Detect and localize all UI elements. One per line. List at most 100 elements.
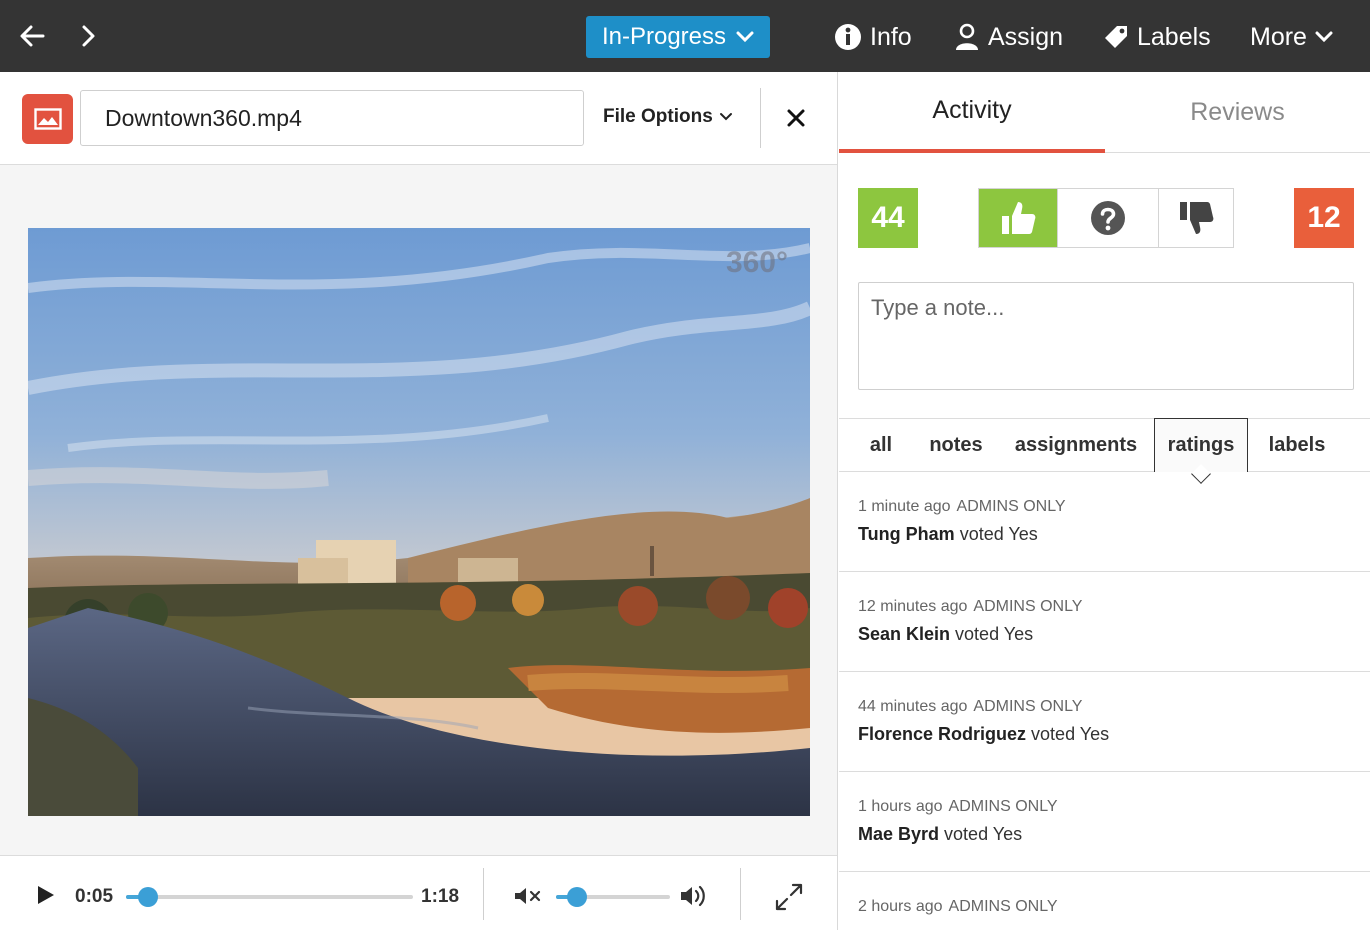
play-button[interactable] xyxy=(32,882,58,908)
activity-meta: 1 hours ago ADMINS ONLY xyxy=(858,798,1058,816)
more-label: More xyxy=(1250,22,1307,51)
volume-up-icon xyxy=(681,885,705,907)
file-options-label: File Options xyxy=(603,106,713,127)
more-menu[interactable]: More xyxy=(1250,18,1333,56)
info-label: Info xyxy=(870,22,912,51)
activity-item: 1 minute ago ADMINS ONLY Tung Pham voted … xyxy=(839,472,1370,572)
chevron-down-icon xyxy=(736,31,754,43)
labels-label: Labels xyxy=(1137,22,1211,51)
question-icon xyxy=(1091,201,1125,235)
activity-list: 1 minute ago ADMINS ONLY Tung Pham voted … xyxy=(839,472,1370,930)
activity-action: voted Yes xyxy=(944,824,1023,844)
media-panel: Downtown360.mp4 File Options 360° 0:05 1… xyxy=(0,72,838,930)
status-dropdown[interactable]: In-Progress xyxy=(586,16,770,58)
file-options-dropdown[interactable]: File Options xyxy=(603,106,733,128)
header-divider xyxy=(760,88,761,148)
activity-time: 2 hours ago xyxy=(858,898,943,915)
activity-meta: 2 hours ago ADMINS ONLY xyxy=(858,898,1058,916)
rating-buttons xyxy=(978,188,1234,248)
negative-vote-count: 12 xyxy=(1294,188,1354,248)
info-button[interactable]: Info xyxy=(834,18,912,56)
filter-assignments[interactable]: assignments xyxy=(1015,419,1137,471)
labels-button[interactable]: Labels xyxy=(1103,18,1211,56)
activity-time: 12 minutes ago xyxy=(858,598,968,615)
activity-item: 12 minutes ago ADMINS ONLY Sean Klein vot… xyxy=(839,572,1370,672)
activity-action: voted Yes xyxy=(955,624,1034,644)
volume-slider[interactable] xyxy=(556,887,670,907)
filter-all[interactable]: all xyxy=(863,419,899,471)
video-scene-image xyxy=(28,228,810,816)
activity-time: 44 minutes ago xyxy=(858,698,968,715)
activity-time: 1 hours ago xyxy=(858,798,943,815)
visibility-badge: ADMINS ONLY xyxy=(973,698,1083,715)
thumbs-down-button[interactable] xyxy=(1158,189,1233,247)
note-input[interactable] xyxy=(858,282,1354,390)
visibility-badge: ADMINS ONLY xyxy=(948,798,1058,815)
play-icon xyxy=(38,886,54,904)
seek-handle[interactable] xyxy=(138,887,159,907)
current-time: 0:05 xyxy=(75,886,114,907)
back-button[interactable] xyxy=(14,18,50,54)
seek-bar[interactable] xyxy=(126,887,413,907)
user-icon xyxy=(956,23,978,50)
tab-reviews[interactable]: Reviews xyxy=(1105,72,1370,153)
activity-item: 1 hours ago ADMINS ONLY Mae Byrd voted Ye… xyxy=(839,772,1370,872)
close-button[interactable] xyxy=(780,102,812,134)
panel-tabs: Activity Reviews xyxy=(839,72,1370,153)
activity-text: Florence Rodriguez voted Yes xyxy=(858,724,1109,745)
status-label: In-Progress xyxy=(601,23,727,50)
filter-notes[interactable]: notes xyxy=(927,419,985,471)
thumbs-up-icon xyxy=(1002,202,1036,234)
filter-ratings[interactable]: ratings xyxy=(1154,418,1248,484)
arrow-left-icon xyxy=(20,25,45,47)
chevron-down-icon xyxy=(1315,31,1333,43)
volume-max-button[interactable] xyxy=(678,882,710,910)
activity-item: 2 hours ago ADMINS ONLY xyxy=(839,872,1370,930)
details-panel: Activity Reviews 44 12 all notes assignm… xyxy=(839,72,1370,930)
file-name-text: Downtown360.mp4 xyxy=(105,104,302,131)
visibility-badge: ADMINS ONLY xyxy=(956,498,1066,515)
expand-icon xyxy=(775,883,803,911)
activity-meta: 44 minutes ago ADMINS ONLY xyxy=(858,698,1082,716)
file-header: Downtown360.mp4 File Options xyxy=(0,72,837,165)
volume-handle[interactable] xyxy=(566,887,587,907)
tab-activity[interactable]: Activity xyxy=(839,72,1105,153)
360-badge: 360° xyxy=(725,246,788,279)
assign-label: Assign xyxy=(988,22,1064,51)
filter-ratings-label: ratings xyxy=(1167,434,1235,456)
activity-user[interactable]: Mae Byrd xyxy=(858,824,939,844)
chevron-down-icon xyxy=(719,113,732,121)
visibility-badge: ADMINS ONLY xyxy=(948,898,1058,915)
activity-user[interactable]: Tung Pham xyxy=(858,524,955,544)
activity-action: voted Yes xyxy=(959,524,1038,544)
top-toolbar: In-Progress Info Assign Labels More xyxy=(0,0,1370,72)
thumbs-up-button[interactable] xyxy=(979,189,1057,247)
info-icon xyxy=(835,24,861,50)
visibility-badge: ADMINS ONLY xyxy=(973,598,1083,615)
activity-text: Mae Byrd voted Yes xyxy=(858,824,1022,845)
positive-vote-count: 44 xyxy=(858,188,918,248)
activity-meta: 12 minutes ago ADMINS ONLY xyxy=(858,598,1082,616)
activity-item: 44 minutes ago ADMINS ONLY Florence Rodri… xyxy=(839,672,1370,772)
mute-button[interactable] xyxy=(512,883,544,909)
activity-user[interactable]: Florence Rodriguez xyxy=(858,724,1026,744)
activity-text: Sean Klein voted Yes xyxy=(858,624,1033,645)
controls-divider xyxy=(483,868,484,920)
activity-action: voted Yes xyxy=(1031,724,1110,744)
close-icon xyxy=(787,109,805,127)
activity-filters: all notes assignments ratings labels xyxy=(839,418,1370,484)
forward-button[interactable] xyxy=(70,18,106,54)
video-frame[interactable]: 360° xyxy=(28,228,810,816)
activity-text: Tung Pham voted Yes xyxy=(858,524,1038,545)
unsure-button[interactable] xyxy=(1057,189,1158,247)
mute-icon xyxy=(515,888,541,904)
activity-user[interactable]: Sean Klein xyxy=(858,624,950,644)
thumbs-down-icon xyxy=(1180,202,1214,234)
activity-time: 1 minute ago xyxy=(858,498,951,515)
fullscreen-button[interactable] xyxy=(772,880,806,914)
filter-labels[interactable]: labels xyxy=(1267,419,1327,471)
file-name-field[interactable]: Downtown360.mp4 xyxy=(80,90,584,146)
controls-divider xyxy=(740,868,741,920)
assign-button[interactable]: Assign xyxy=(954,18,1063,56)
image-file-icon xyxy=(22,94,73,144)
